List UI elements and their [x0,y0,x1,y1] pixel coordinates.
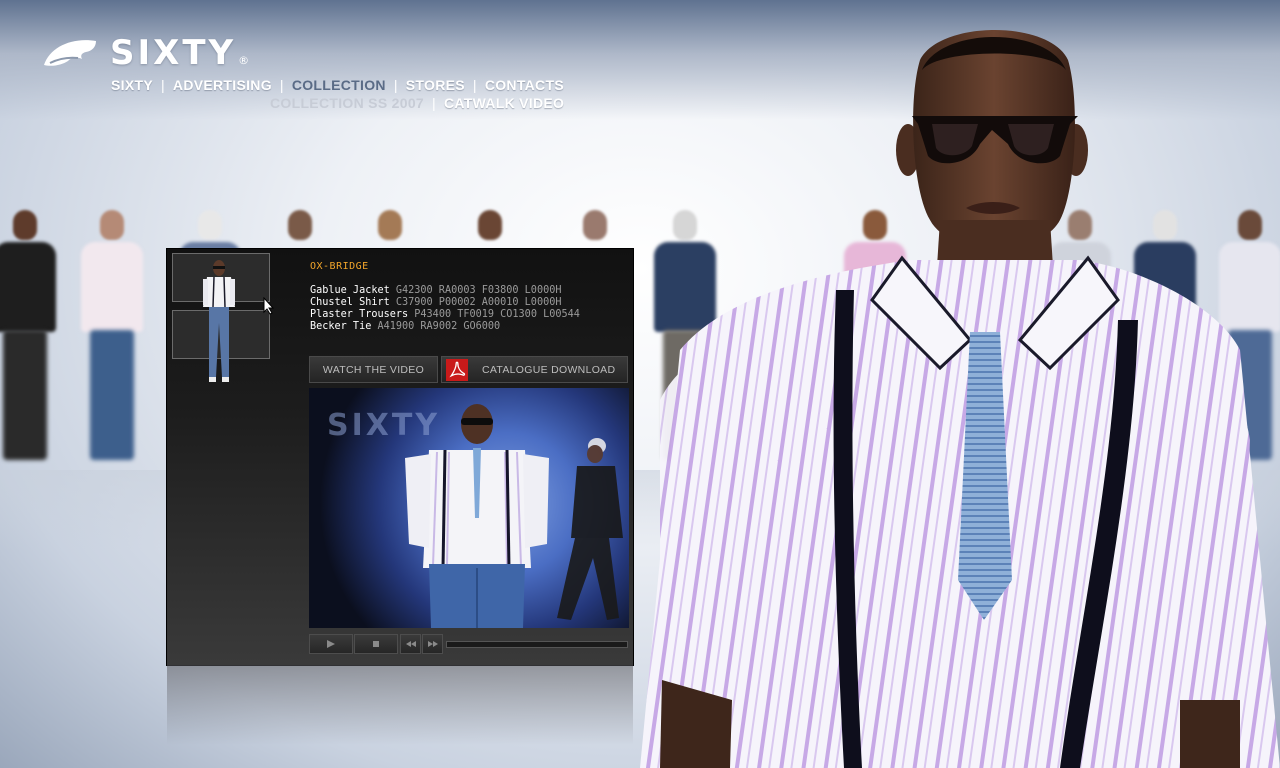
stop-button[interactable] [354,634,398,654]
mouse-cursor-icon [263,297,275,315]
item-codes: G42300 RA0003 F03800 L0000H [395,285,562,296]
video-progress-bar[interactable] [446,640,628,648]
eagle-logo-icon [44,40,96,66]
video-controls [309,633,629,655]
catalogue-download-label: CATALOGUE DOWNLOAD [482,363,616,376]
list-item: Plaster Trousers P43400 TF0019 CO1300 L0… [310,309,580,321]
nav-item-stores[interactable]: STORES [406,77,465,93]
rewind-button[interactable] [400,634,421,654]
nav-separator: | [432,95,436,111]
fast-forward-icon [427,641,438,647]
item-name: Chustel Shirt [310,297,390,308]
crowd-figure [0,210,56,470]
stop-icon [373,641,379,647]
look-items-list: Gablue Jacket G42300 RA0003 F03800 L0000… [310,285,580,333]
registered-mark: ® [238,53,250,67]
video-frame-image [405,404,623,628]
item-codes: P43400 TF0019 CO1300 L00544 [414,309,580,320]
nav-separator: | [279,77,284,93]
item-name: Gablue Jacket [310,285,390,296]
item-codes: A41900 RA9002 GO6000 [377,321,501,332]
featured-model-image [640,30,1280,768]
nav-item-advertising[interactable]: ADVERTISING [173,77,272,93]
nav-separator: | [472,77,477,93]
nav-item-collection[interactable]: COLLECTION [292,77,386,93]
fast-forward-button[interactable] [422,634,443,654]
nav-item-sixty[interactable]: SIXTY [111,77,153,93]
item-name: Plaster Trousers [310,309,409,320]
catalogue-download-button[interactable]: CATALOGUE DOWNLOAD [441,356,628,383]
nav-separator: | [160,77,165,93]
panel-reflection [167,665,633,745]
pdf-icon [446,358,468,381]
brand-logo[interactable]: SIXTY ® [42,36,249,70]
nav-item-contacts[interactable]: CONTACTS [485,77,564,93]
sub-nav: COLLECTION SS 2007 | CATWALK VIDEO [270,95,564,111]
rewind-icon [405,641,416,647]
item-codes: C37900 P00002 A00010 L0000H [395,297,562,308]
main-nav: SIXTY | ADVERTISING | COLLECTION | STORE… [111,77,564,93]
list-item: Chustel Shirt C37900 P00002 A00010 L0000… [310,297,580,309]
subnav-item-catwalk-video[interactable]: CATWALK VIDEO [444,95,564,111]
brand-name: SIXTY [110,33,237,73]
nav-separator: | [393,77,398,93]
play-icon [327,640,335,648]
video-player[interactable]: SIXTY [309,388,629,628]
look-title: OX-BRIDGE [310,261,369,272]
subnav-item-collection-ss-2007[interactable]: COLLECTION SS 2007 [270,95,424,111]
play-button[interactable] [309,634,353,654]
item-name: Becker Tie [310,321,372,332]
watch-video-button[interactable]: WATCH THE VIDEO [309,356,438,383]
list-item: Gablue Jacket G42300 RA0003 F03800 L0000… [310,285,580,297]
crowd-figure [72,210,152,470]
collection-panel: OX-BRIDGE Gablue Jacket G42300 RA0003 F0… [167,249,633,665]
model-thumbnail-image[interactable] [199,259,239,387]
list-item: Becker Tie A41900 RA9002 GO6000 [310,321,580,333]
